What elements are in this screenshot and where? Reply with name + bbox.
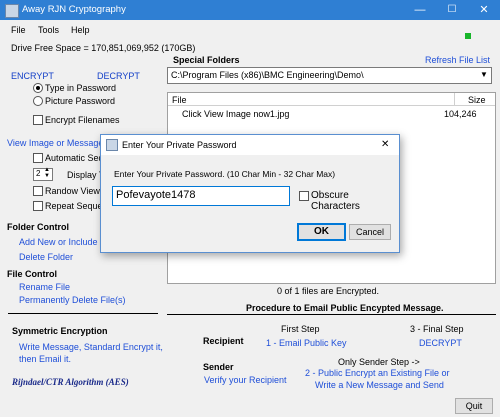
dialog-app-icon [106, 139, 118, 151]
only-sender-label: Only Sender Step -> [338, 357, 420, 367]
decrypt-button[interactable]: DECRYPT [97, 71, 140, 81]
menu-help[interactable]: Help [71, 25, 90, 35]
quit-button[interactable]: Quit [455, 398, 493, 414]
delete-folder-link[interactable]: Delete Folder [19, 252, 73, 262]
permanently-delete-link[interactable]: Permanently Delete File(s) [19, 295, 126, 305]
symmetric-encryption-heading: Symmetric Encryption [12, 326, 108, 336]
password-value: Pofevayote1478 [116, 189, 196, 201]
folder-path-value: C:\Program Files (x86)\BMC Engineering\D… [171, 70, 364, 80]
public-encrypt-link-line2[interactable]: Write a New Message and Send [315, 380, 444, 390]
type-in-password-radio[interactable] [33, 83, 43, 93]
encrypt-button[interactable]: ENCRYPT [11, 71, 54, 81]
minimize-button[interactable]: — [404, 0, 436, 20]
special-folders-heading: Special Folders [173, 55, 240, 65]
file-list-header: File Size [168, 93, 495, 106]
type-in-password-label: Type in Password [45, 83, 117, 93]
automatic-sequence-checkbox[interactable] [33, 153, 43, 163]
write-message-link-line2[interactable]: then Email it. [19, 354, 71, 364]
window-title: Away RJN Cryptography [22, 4, 126, 15]
drive-free-space: Drive Free Space = 170,851,069,952 (170G… [11, 43, 196, 53]
maximize-button[interactable]: ☐ [436, 0, 468, 20]
add-new-folder-link[interactable]: Add New or Include an [19, 237, 110, 247]
file-control-heading: File Control [7, 269, 57, 279]
encryption-status: 0 of 1 files are Encrypted. [277, 286, 380, 296]
table-row[interactable]: Click View Image now1.jpg 104,246 [168, 107, 495, 119]
column-header-file[interactable]: File [172, 95, 187, 105]
ok-button[interactable]: OK [297, 223, 346, 241]
refresh-file-list-link[interactable]: Refresh File List [425, 55, 490, 65]
picture-password-radio[interactable] [33, 96, 43, 106]
verify-recipient-link[interactable]: Verify your Recipient [204, 375, 287, 385]
picture-password-label: Picture Password [45, 96, 116, 106]
password-prompt: Enter Your Private Password. (10 Char Mi… [114, 169, 336, 179]
title-bar[interactable]: Away RJN Cryptography — ☐ ✕ [0, 0, 500, 20]
repeat-sequence-checkbox[interactable] [33, 201, 43, 211]
write-message-link-line1[interactable]: Write Message, Standard Encrypt it, [19, 342, 163, 352]
close-button[interactable]: ✕ [468, 0, 500, 20]
column-divider [454, 93, 455, 105]
decrypt-final-link[interactable]: DECRYPT [419, 338, 462, 348]
first-step-label: First Step [281, 324, 320, 334]
view-image-link[interactable]: View Image or Message F [7, 138, 111, 148]
password-dialog: Enter Your Private Password ✕ Enter Your… [100, 134, 400, 253]
automatic-sequence-label: Automatic Sequ [45, 153, 109, 163]
display-count-value: 2 [36, 169, 41, 178]
file-name-cell: Click View Image now1.jpg [182, 109, 290, 119]
algorithm-label: Rijndael/CTR Algorithm (AES) [12, 377, 129, 387]
dialog-close-button[interactable]: ✕ [381, 139, 389, 150]
menu-bar: File Tools Help [0, 20, 500, 39]
random-view-checkbox[interactable] [33, 186, 43, 196]
obscure-characters-label: Obscure Characters [311, 190, 360, 212]
email-public-key-link[interactable]: 1 - Email Public Key [266, 338, 347, 348]
file-size-cell: 104,246 [444, 109, 477, 119]
password-input[interactable]: Pofevayote1478 [112, 186, 290, 206]
obscure-characters-checkbox[interactable] [299, 191, 309, 201]
encrypt-filenames-label: Encrypt Filenames [45, 115, 120, 125]
display-count-spinner[interactable]: 2 ▲ ▼ [33, 167, 53, 181]
menu-file[interactable]: File [11, 25, 26, 35]
final-step-label: 3 - Final Step [410, 324, 464, 334]
dialog-title-bar[interactable]: Enter Your Private Password ✕ [101, 135, 399, 155]
spinner-arrows-icon[interactable]: ▲ ▼ [44, 167, 50, 179]
menu-tools[interactable]: Tools [38, 25, 59, 35]
encrypt-filenames-checkbox[interactable] [33, 115, 43, 125]
chevron-down-icon[interactable]: ▼ [480, 70, 488, 79]
cancel-button[interactable]: Cancel [349, 224, 391, 240]
sender-label: Sender [203, 362, 234, 372]
left-divider [8, 313, 158, 314]
random-view-label: Randow View [45, 186, 100, 196]
public-encrypt-link-line1[interactable]: 2 - Public Encrypt an Existing File or [305, 368, 450, 378]
dialog-title: Enter Your Private Password [122, 140, 237, 150]
app-icon [5, 4, 19, 18]
rename-file-link[interactable]: Rename File [19, 282, 70, 292]
column-header-size[interactable]: Size [468, 95, 486, 105]
email-divider [167, 314, 496, 315]
recipient-label: Recipient [203, 336, 244, 346]
folder-control-heading: Folder Control [7, 222, 69, 232]
status-indicator-icon [465, 33, 471, 39]
email-procedure-heading: Procedure to Email Public Encypted Messa… [246, 303, 444, 313]
folder-path-dropdown[interactable]: C:\Program Files (x86)\BMC Engineering\D… [167, 67, 492, 84]
